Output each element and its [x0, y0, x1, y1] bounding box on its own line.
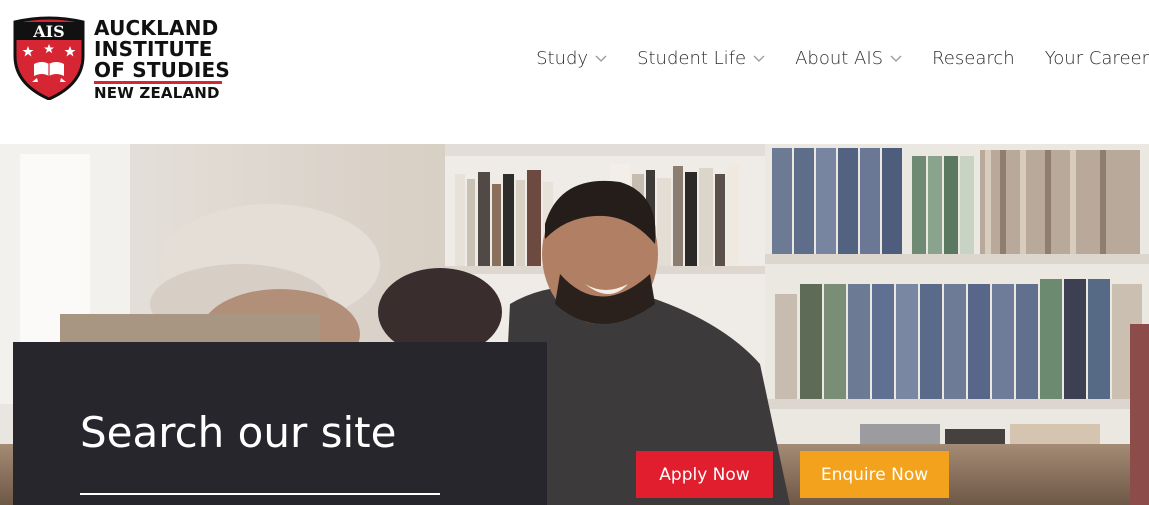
chevron-down-icon	[595, 55, 607, 62]
search-title: Search our site	[80, 408, 397, 457]
logo-line-new-zealand: NEW ZEALAND	[94, 84, 220, 102]
search-panel: Search our site	[13, 342, 547, 505]
ais-shield-icon: AIS	[13, 16, 85, 100]
nav-item-label: Your Career	[1044, 47, 1149, 69]
logo-wordmark: AUCKLAND INSTITUTE OF STUDIES NEW ZEALAN…	[94, 16, 231, 102]
apply-now-button[interactable]: Apply Now	[636, 451, 773, 498]
nav-item-label: Study	[536, 47, 589, 69]
chevron-down-icon	[890, 55, 902, 62]
main-nav: Study Student Life About AIS Research Yo…	[536, 44, 1149, 72]
nav-item-research[interactable]: Research	[932, 48, 1015, 69]
search-input[interactable]	[80, 463, 440, 495]
enquire-now-button[interactable]: Enquire Now	[800, 451, 949, 498]
nav-item-your-career[interactable]: Your Career	[1045, 48, 1149, 69]
logo-line-institute: INSTITUTE	[94, 37, 213, 61]
nav-item-label: Student Life	[637, 47, 747, 69]
nav-item-about-ais[interactable]: About AIS	[795, 48, 902, 69]
chevron-down-icon	[753, 55, 765, 62]
logo-line-auckland: AUCKLAND	[94, 16, 219, 40]
logo-line-of-studies: OF STUDIES	[94, 58, 231, 84]
nav-item-label: About AIS	[795, 47, 884, 69]
nav-item-label: Research	[932, 47, 1015, 69]
svg-text:AIS: AIS	[32, 22, 64, 41]
nav-item-student-life[interactable]: Student Life	[637, 48, 765, 69]
site-header: AIS AUCKLAND INSTITUTE OF STUDIES NEW ZE…	[0, 0, 1149, 144]
site-logo[interactable]: AIS AUCKLAND INSTITUTE OF STUDIES NEW ZE…	[12, 16, 231, 102]
nav-item-study[interactable]: Study	[536, 48, 607, 69]
